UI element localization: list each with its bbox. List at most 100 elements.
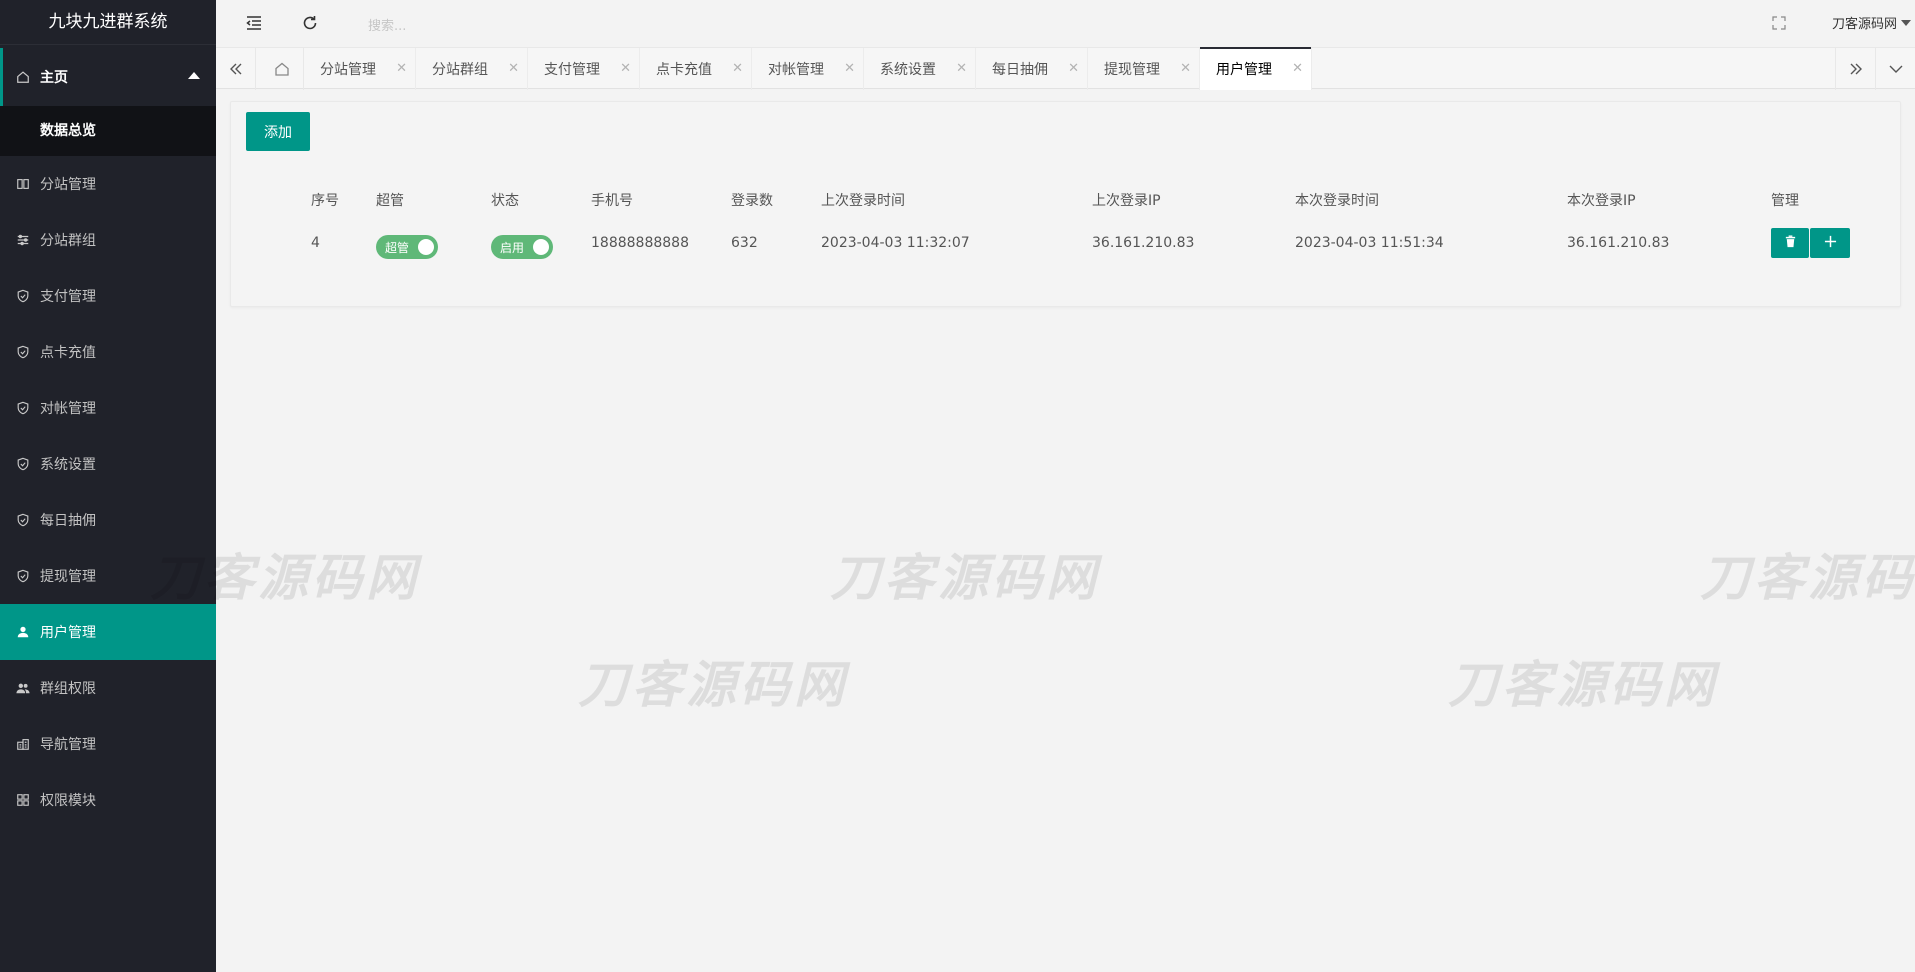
sidebar-item-label: 系统设置: [40, 457, 96, 473]
watermark: 刀客源码网: [150, 549, 420, 607]
tab-user-management[interactable]: 用户管理 ✕: [1200, 47, 1312, 90]
tab-substations[interactable]: 分站管理 ✕: [304, 48, 416, 90]
user-icon: [16, 625, 30, 639]
cell-id: 4: [311, 235, 320, 251]
sidebar-item-card-recharge[interactable]: 点卡充值: [0, 324, 216, 380]
watermark: 刀客源码网: [1700, 549, 1915, 607]
sidebar-item-permission-modules[interactable]: 权限模块: [0, 772, 216, 828]
column-header-super-admin: 超管: [376, 193, 404, 209]
tabs-menu-chevron-down-icon[interactable]: [1875, 48, 1915, 90]
search-input[interactable]: 搜索...: [368, 15, 406, 34]
collapse-menu-icon[interactable]: [244, 13, 264, 33]
sidebar-item-label: 分站管理: [40, 177, 96, 193]
sidebar-item-home[interactable]: 主页: [0, 48, 216, 106]
sidebar-item-label: 分站群组: [40, 233, 96, 249]
sidebar-item-label: 对帐管理: [40, 401, 96, 417]
close-icon[interactable]: ✕: [1068, 61, 1079, 76]
shield-icon: [16, 289, 30, 303]
add-button[interactable]: 添加: [246, 112, 310, 151]
watermark: 刀客源码网: [1448, 656, 1718, 714]
column-header-this-login-time: 本次登录时间: [1295, 193, 1379, 209]
sidebar-item-label: 支付管理: [40, 289, 96, 305]
users-icon: [16, 681, 30, 695]
modules-icon: [16, 793, 30, 807]
close-icon[interactable]: ✕: [620, 61, 631, 76]
shield-icon: [16, 345, 30, 359]
sidebar-item-label: 用户管理: [40, 625, 96, 641]
tab-label: 提现管理: [1104, 62, 1160, 78]
close-icon[interactable]: ✕: [732, 61, 743, 76]
cell-this-login-ip: 36.161.210.83: [1567, 235, 1670, 251]
cell-last-login-time: 2023-04-03 11:32:07: [821, 235, 970, 251]
sidebar-subitem-overview[interactable]: 数据总览: [0, 106, 216, 156]
column-header-login-count: 登录数: [731, 193, 773, 209]
super-admin-toggle[interactable]: 超管: [376, 235, 438, 259]
tab-system-settings[interactable]: 系统设置 ✕: [864, 48, 976, 90]
tab-payment[interactable]: 支付管理 ✕: [528, 48, 640, 90]
tab-substation-groups[interactable]: 分站群组 ✕: [416, 48, 528, 90]
sidebar-item-group-permissions[interactable]: 群组权限: [0, 660, 216, 716]
tab-reconciliation[interactable]: 对帐管理 ✕: [752, 48, 864, 90]
toggle-knob: [533, 239, 549, 255]
content-card: [230, 101, 1901, 307]
dropdown-caret-icon: [1901, 19, 1911, 26]
sidebar-item-substations[interactable]: 分站管理: [0, 156, 216, 212]
column-header-status: 状态: [491, 193, 519, 209]
status-toggle[interactable]: 启用: [491, 235, 553, 259]
toggle-knob: [418, 239, 434, 255]
sidebar-item-reconciliation[interactable]: 对帐管理: [0, 380, 216, 436]
sidebar-item-label: 每日抽佣: [40, 513, 96, 529]
plus-icon: [1824, 235, 1837, 252]
columns-icon: [16, 177, 30, 191]
user-menu[interactable]: 刀客源码网: [1832, 13, 1911, 32]
tab-label: 点卡充值: [656, 62, 712, 78]
tab-label: 每日抽佣: [992, 62, 1048, 78]
tab-withdrawal[interactable]: 提现管理 ✕: [1088, 48, 1200, 90]
sidebar-item-label: 点卡充值: [40, 345, 96, 361]
column-header-this-login-ip: 本次登录IP: [1567, 193, 1636, 209]
cell-this-login-time: 2023-04-03 11:51:34: [1295, 235, 1444, 251]
tab-daily-commission[interactable]: 每日抽佣 ✕: [976, 48, 1088, 90]
caret-up-icon[interactable]: [188, 72, 200, 79]
tab-card-recharge[interactable]: 点卡充值 ✕: [640, 48, 752, 90]
close-icon[interactable]: ✕: [956, 61, 967, 76]
close-icon[interactable]: ✕: [396, 61, 407, 76]
cell-phone: 18888888888: [591, 235, 689, 251]
delete-button[interactable]: [1771, 228, 1809, 258]
refresh-icon[interactable]: [300, 13, 320, 33]
sliders-icon: [16, 233, 30, 247]
home-icon: [16, 70, 30, 84]
tab-home-icon[interactable]: [260, 48, 304, 90]
add-row-button[interactable]: [1810, 228, 1850, 258]
shield-icon: [16, 569, 30, 583]
tabs-scroll-right-icon[interactable]: [1835, 48, 1875, 90]
tab-label: 系统设置: [880, 62, 936, 78]
sidebar-item-navigation[interactable]: 导航管理: [0, 716, 216, 772]
watermark: 刀客源码网: [578, 656, 848, 714]
tab-list: 分站管理 ✕ 分站群组 ✕ 支付管理 ✕ 点卡充值 ✕ 对帐管理 ✕ 系统设置 ✕ 每日抽佣…: [304, 47, 1312, 90]
sidebar: 九块九进群系统 主页 数据总览 分站管理 分站群组 支付管理 点卡充值 对帐管理…: [0, 0, 216, 972]
sidebar-item-label: 提现管理: [40, 569, 96, 585]
top-header: 搜索... 刀客源码网: [216, 0, 1915, 47]
close-icon[interactable]: ✕: [1180, 61, 1191, 76]
shield-icon: [16, 513, 30, 527]
column-header-last-login-ip: 上次登录IP: [1092, 193, 1161, 209]
column-header-id: 序号: [311, 193, 339, 209]
close-icon[interactable]: ✕: [844, 61, 855, 76]
fullscreen-icon[interactable]: [1771, 15, 1787, 31]
tabs-scroll-left-icon[interactable]: [216, 48, 256, 90]
close-icon[interactable]: ✕: [1292, 61, 1303, 76]
toggle-label: 超管: [385, 240, 410, 255]
column-header-last-login-time: 上次登录时间: [821, 193, 905, 209]
tab-label: 对帐管理: [768, 62, 824, 78]
column-header-actions: 管理: [1771, 193, 1799, 209]
sidebar-item-user-management[interactable]: 用户管理: [0, 604, 216, 660]
tab-label: 用户管理: [1216, 62, 1272, 78]
sidebar-item-payment[interactable]: 支付管理: [0, 268, 216, 324]
cell-login-count: 632: [731, 235, 758, 251]
sidebar-item-label: 群组权限: [40, 681, 96, 697]
sidebar-item-system-settings[interactable]: 系统设置: [0, 436, 216, 492]
sidebar-item-substation-groups[interactable]: 分站群组: [0, 212, 216, 268]
close-icon[interactable]: ✕: [508, 61, 519, 76]
shield-icon: [16, 457, 30, 471]
